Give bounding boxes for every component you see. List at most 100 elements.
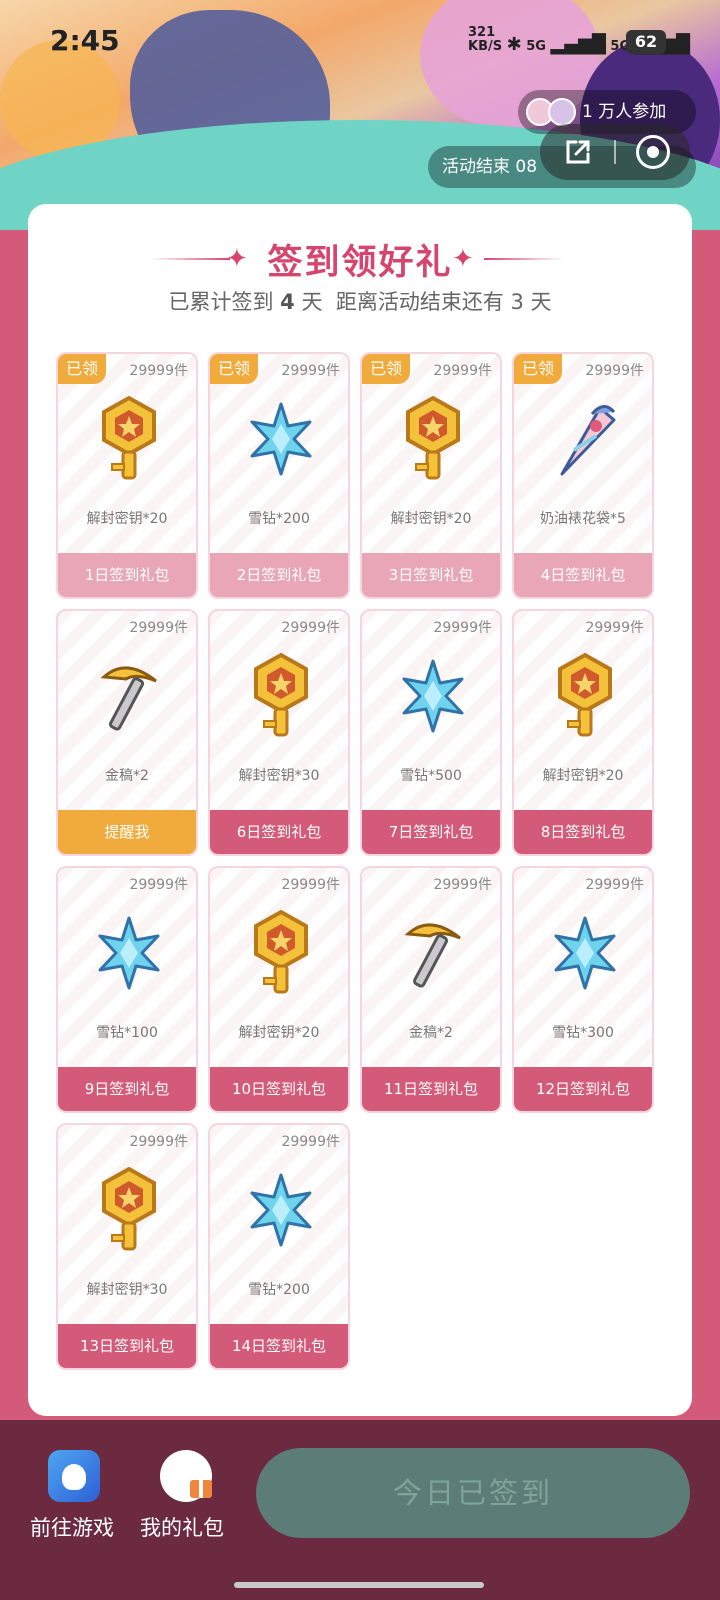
signin-gift-button[interactable]: 13日签到礼包 — [58, 1324, 196, 1368]
reward-item-label: 解封密钥*20 — [238, 1025, 320, 1041]
signin-gift-button[interactable]: 2日签到礼包 — [210, 553, 348, 597]
stock-count: 29999件 — [281, 877, 340, 893]
remind-me-button[interactable]: 提醒我 — [58, 810, 196, 854]
stock-count: 29999件 — [433, 877, 492, 893]
signal-5g-label: 5G — [526, 39, 546, 54]
reward-card[interactable]: 29999件解封密钥*20 10日签到礼包 — [208, 866, 350, 1113]
reward-item-label: 解封密钥*20 — [86, 511, 168, 527]
stock-count: 29999件 — [433, 363, 492, 379]
home-indicator[interactable] — [234, 1582, 484, 1588]
signal-icon: ▂▄▆█ — [550, 34, 606, 55]
reward-card[interactable]: 29999件雪钻*200 14日签到礼包 — [208, 1123, 350, 1370]
signin-gift-button[interactable]: 11日签到礼包 — [362, 1067, 500, 1111]
claimed-badge: 已领 — [514, 354, 562, 384]
signin-gift-button[interactable]: 4日签到礼包 — [514, 553, 652, 597]
snow-diamond-icon — [248, 1165, 314, 1255]
participants-count: 1 万人参加 — [582, 102, 667, 122]
bluetooth-icon: ✱ — [506, 34, 522, 55]
claimed-badge: 已领 — [210, 354, 258, 384]
reward-item-label: 雪钻*200 — [248, 511, 310, 527]
status-bar: 2:45 321 KB/S ✱ 5G ▂▄▆█ 5G ▂▄▆█ 62 — [0, 0, 720, 84]
reward-item-label: 解封密钥*20 — [542, 768, 624, 784]
share-icon[interactable] — [562, 136, 594, 168]
miniapp-capsule — [540, 124, 690, 180]
reward-item-label: 金稿*2 — [409, 1025, 453, 1041]
avatar — [548, 98, 576, 126]
summary-text-a: 已累计签到 — [168, 290, 274, 314]
bottom-bar: 前往游戏 我的礼包 今日已签到 — [0, 1420, 720, 1600]
signin-gift-button[interactable]: 9日签到礼包 — [58, 1067, 196, 1111]
claimed-badge: 已领 — [362, 354, 410, 384]
pickaxe-icon — [96, 651, 162, 741]
stock-count: 29999件 — [129, 1134, 188, 1150]
reward-card[interactable]: 29999件 雪钻*500 7日签到礼包 — [360, 609, 502, 856]
stock-count: 29999件 — [129, 363, 188, 379]
reward-card[interactable]: 29999件雪钻*300 12日签到礼包 — [512, 866, 654, 1113]
reward-item-label: 金稿*2 — [105, 768, 149, 784]
reward-item-label: 解封密钥*20 — [390, 511, 472, 527]
snow-diamond-icon — [400, 651, 466, 741]
net-speed: 321 KB/S — [468, 25, 503, 54]
reward-card[interactable]: 29999件解封密钥*30 6日签到礼包 — [208, 609, 350, 856]
stock-count: 29999件 — [281, 363, 340, 379]
reward-item-label: 雪钻*200 — [248, 1282, 310, 1298]
stock-count: 29999件 — [281, 620, 340, 636]
reward-item-label: 解封密钥*30 — [238, 768, 320, 784]
signed-days-count: 4 — [280, 290, 295, 314]
reward-card[interactable]: 29999件金稿*2 11日签到礼包 — [360, 866, 502, 1113]
reward-card[interactable]: 29999件 已领解封密钥*20 1日签到礼包 — [56, 352, 198, 599]
signin-gift-button[interactable]: 6日签到礼包 — [210, 810, 348, 854]
signin-gift-button[interactable]: 3日签到礼包 — [362, 553, 500, 597]
signin-panel: ✦ 签到领好礼 ✦ 已累计签到 4 天 距离活动结束还有 3 天 29999件 已… — [28, 204, 692, 1416]
reward-item-label: 雪钻*100 — [96, 1025, 158, 1041]
sparkle-icon: ✦ — [226, 244, 248, 274]
goto-game-label[interactable]: 前往游戏 — [30, 1512, 114, 1542]
title-decoration-right — [484, 258, 564, 260]
signin-gift-button[interactable]: 10日签到礼包 — [210, 1067, 348, 1111]
signin-gift-button[interactable]: 12日签到礼包 — [514, 1067, 652, 1111]
snow-diamond-icon — [248, 394, 314, 484]
stock-count: 29999件 — [129, 620, 188, 636]
stock-count: 29999件 — [585, 620, 644, 636]
key-icon — [248, 908, 314, 998]
pickaxe-icon — [400, 908, 466, 998]
snow-diamond-icon — [96, 908, 162, 998]
signed-today-button[interactable]: 今日已签到 — [256, 1448, 690, 1538]
stock-count: 29999件 — [281, 1134, 340, 1150]
battery-icon: 62 — [626, 30, 666, 54]
reward-card[interactable]: 29999件解封密钥*30 13日签到礼包 — [56, 1123, 198, 1370]
claimed-badge: 已领 — [58, 354, 106, 384]
reward-card[interactable]: 29999件 已领奶油裱花袋*5 4日签到礼包 — [512, 352, 654, 599]
reward-card[interactable]: 29999件解封密钥*20 8日签到礼包 — [512, 609, 654, 856]
signin-gift-button[interactable]: 1日签到礼包 — [58, 553, 196, 597]
reward-card[interactable]: 29999件雪钻*100 9日签到礼包 — [56, 866, 198, 1113]
reward-card[interactable]: 29999件金稿*2 提醒我 — [56, 609, 198, 856]
sparkle-icon: ✦ — [452, 244, 474, 274]
reward-card[interactable]: 29999件 已领雪钻*200 2日签到礼包 — [208, 352, 350, 599]
stock-count: 29999件 — [129, 877, 188, 893]
gift-box-icon — [190, 1476, 212, 1498]
reward-item-label: 解封密钥*30 — [86, 1282, 168, 1298]
reward-item-label: 奶油裱花袋*5 — [540, 511, 626, 527]
capsule-divider — [614, 140, 616, 164]
snow-diamond-icon — [552, 908, 618, 998]
piping-bag-icon — [552, 394, 618, 484]
title-decoration-left — [150, 258, 230, 260]
my-gifts-label[interactable]: 我的礼包 — [140, 1512, 224, 1542]
summary-text-b: 天 距离活动结束还有 3 天 — [301, 290, 552, 314]
signin-gift-button[interactable]: 14日签到礼包 — [210, 1324, 348, 1368]
reward-item-label: 雪钻*300 — [552, 1025, 614, 1041]
reward-card[interactable]: 29999件 已领解封密钥*20 3日签到礼包 — [360, 352, 502, 599]
clock: 2:45 — [50, 24, 120, 57]
close-miniapp-icon[interactable] — [636, 135, 670, 169]
signin-gift-button[interactable]: 7日签到礼包 — [362, 810, 500, 854]
key-icon — [400, 394, 466, 484]
signin-summary: 已累计签到 4 天 距离活动结束还有 3 天 — [28, 286, 692, 316]
key-icon — [248, 651, 314, 741]
stock-count: 29999件 — [585, 877, 644, 893]
title-row: ✦ 签到领好礼 ✦ — [28, 234, 692, 284]
stock-count: 29999件 — [585, 363, 644, 379]
game-icon[interactable] — [48, 1450, 100, 1502]
signin-gift-button[interactable]: 8日签到礼包 — [514, 810, 652, 854]
page-title: 签到领好礼 — [267, 243, 453, 283]
